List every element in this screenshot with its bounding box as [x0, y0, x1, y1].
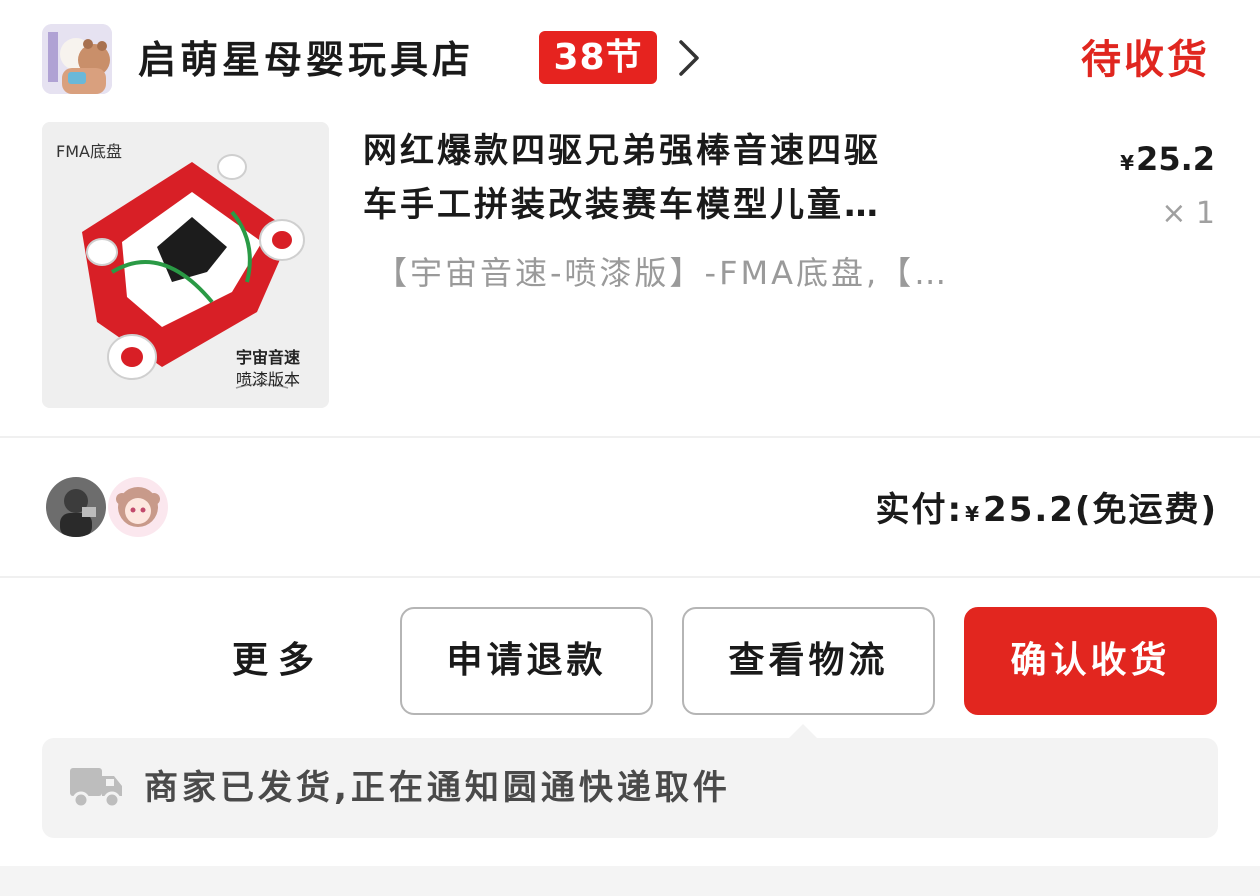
image-caption-subtitle: 喷漆版本: [236, 370, 301, 389]
order-status: 待收货: [1081, 37, 1210, 83]
chevron-right-icon[interactable]: [676, 38, 702, 78]
paid-amount: 实付: ¥25.2(免运费): [876, 486, 1219, 538]
view-logistics-button[interactable]: 查看物流: [682, 607, 935, 715]
bottom-spacer: [0, 866, 1260, 896]
price-currency: ¥: [1120, 151, 1135, 175]
avatar[interactable]: [46, 477, 106, 537]
refund-button[interactable]: 申请退款: [400, 607, 653, 715]
product-spec: 【宇宙音速-喷漆版】-FMA底盘,【…: [375, 254, 950, 292]
promo-badge: 38节: [539, 31, 657, 84]
paid-label: 实付:: [875, 490, 964, 530]
divider: [0, 576, 1260, 578]
more-button[interactable]: 更多: [232, 636, 324, 686]
shop-name[interactable]: 启萌星母婴玩具店: [138, 34, 474, 86]
product-price: ¥25.2: [1120, 140, 1215, 178]
divider: [0, 436, 1260, 438]
price-value: 25.2: [1136, 140, 1215, 178]
avatar[interactable]: [108, 477, 168, 537]
image-tag: FMA底盘: [56, 142, 122, 161]
paid-currency: ¥: [965, 502, 982, 526]
product-title-line1: 网红爆款四驱兄弟强棒音速四驱: [363, 131, 881, 171]
product-quantity: × 1: [1161, 196, 1215, 231]
logistics-status-text: 商家已发货,正在通知圆通快递取件: [144, 768, 731, 808]
product-title[interactable]: 网红爆款四驱兄弟强棒音速四驱 车手工拼装改装赛车模型儿童…: [363, 124, 1053, 232]
truck-icon: [68, 764, 124, 810]
product-image[interactable]: FMA底盘 宇宙音速 喷漆版本: [42, 122, 329, 408]
image-caption-title: 宇宙音速: [236, 348, 301, 367]
shop-avatar[interactable]: [42, 24, 112, 94]
confirm-receipt-button[interactable]: 确认收货: [964, 607, 1217, 715]
product-title-line2: 车手工拼装改装赛车模型儿童…: [363, 185, 881, 225]
paid-value: 25.2: [983, 490, 1075, 530]
shipping-note: (免运费): [1074, 490, 1218, 530]
